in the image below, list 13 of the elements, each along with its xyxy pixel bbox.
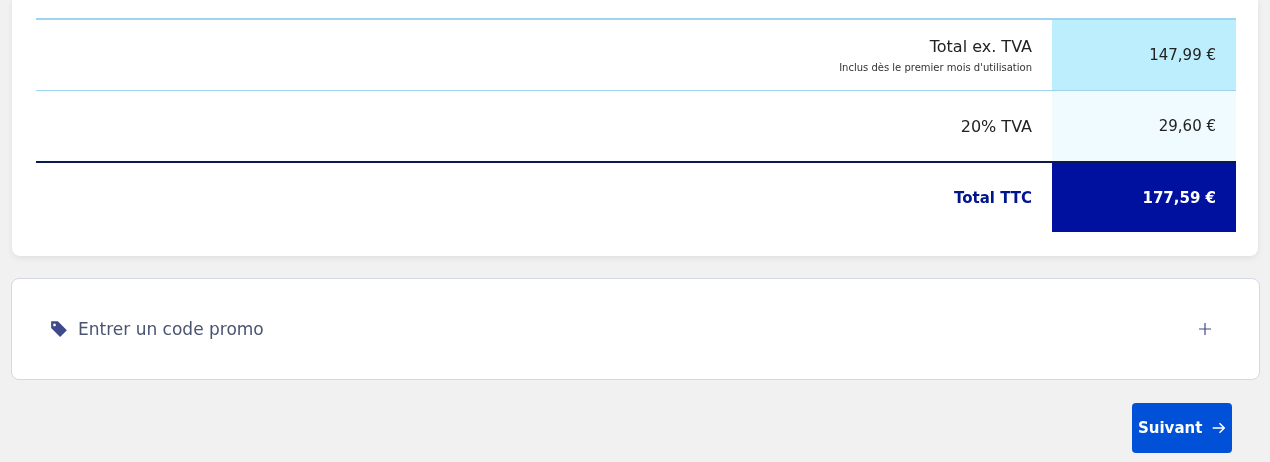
row-note: Inclus dès le premier mois d'utilisation [839, 62, 1032, 73]
amount-cell: 177,59 € [1052, 163, 1236, 232]
amount-cell: 29,60 € [1052, 91, 1236, 161]
plus-icon [1199, 323, 1211, 335]
tag-icon [50, 320, 68, 338]
amount-cell: 147,99 € [1052, 20, 1236, 90]
row-label: Total TTC [953, 188, 1032, 207]
next-button[interactable]: Suivant [1132, 403, 1232, 453]
promo-code-toggle[interactable]: Entrer un code promo [11, 278, 1260, 380]
promo-label: Entrer un code promo [78, 319, 265, 339]
arrow-right-icon [1212, 420, 1226, 436]
row-label: Total ex. TVA [929, 37, 1032, 56]
row-label: 20% TVA [960, 116, 1032, 136]
